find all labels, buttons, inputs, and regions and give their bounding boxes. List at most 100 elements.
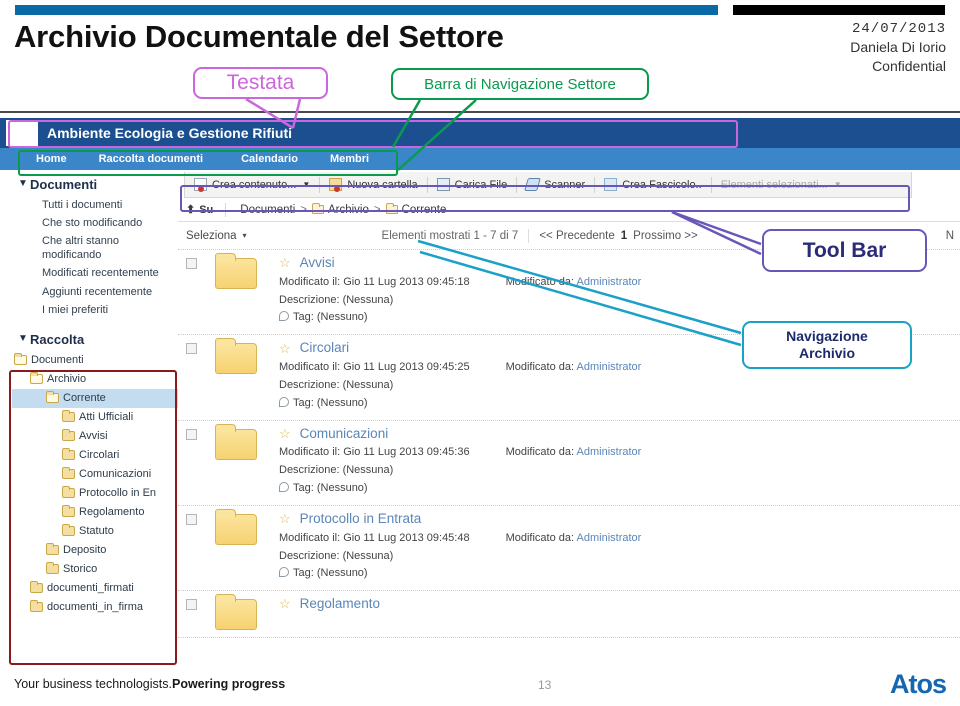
favorite-star-icon[interactable]: ☆ xyxy=(279,426,291,441)
sidebar-item-che-altri-stanno-modificando[interactable]: Che altri stanno modificando xyxy=(0,233,178,265)
sidebar-item-aggiunti-recentemente[interactable]: Aggiunti recentemente xyxy=(0,283,178,301)
document-list-row[interactable]: ☆ Regolamento xyxy=(178,591,960,639)
breadcrumb-item-archivio[interactable]: Archivio xyxy=(328,204,369,216)
tree-item-circolari[interactable]: Circolari xyxy=(12,446,178,465)
slide-author: Daniela Di Iorio xyxy=(850,39,946,56)
site-navigation-bar: Home Raccolta documenti Calendario Membr… xyxy=(0,148,960,170)
tree-item-label: Regolamento xyxy=(79,506,145,519)
tree-item-avvisi[interactable]: Avvisi xyxy=(12,427,178,446)
row-tags-value: Tag: (Nessuno) xyxy=(293,567,368,580)
favorite-star-icon[interactable]: ☆ xyxy=(279,511,291,526)
row-modified-line: Modificato il: Gio 11 Lug 2013 09:45:48 M… xyxy=(279,530,960,548)
toolbar-button-scanner[interactable]: Scanner xyxy=(517,172,594,197)
tree-item-regolamento[interactable]: Regolamento xyxy=(12,503,178,522)
sidebar-item-modificati-recentemente[interactable]: Modificati recentemente xyxy=(0,265,178,283)
breadcrumb-item-corrente[interactable]: Corrente xyxy=(402,204,447,216)
folder-icon xyxy=(385,203,398,214)
tree-item-label: Statuto xyxy=(79,525,114,538)
row-modified-by-value[interactable]: Administrator xyxy=(577,276,642,288)
folder-icon xyxy=(30,600,43,613)
row-checkbox[interactable] xyxy=(186,343,197,355)
row-title-link[interactable]: Regolamento xyxy=(300,596,380,612)
nav-item-raccolta[interactable]: Raccolta documenti xyxy=(99,153,204,165)
row-modified-on: Modificato il: Gio 11 Lug 2013 09:45:18 xyxy=(279,275,470,288)
document-list-row[interactable]: ☆ Comunicazioni Modificato il: Gio 11 Lug … xyxy=(178,421,960,506)
folder-open-icon xyxy=(14,353,27,366)
favorite-star-icon[interactable]: ☆ xyxy=(279,597,291,612)
tree-item-archivio[interactable]: Archivio xyxy=(12,370,178,389)
row-tags: Tag: (Nessuno) xyxy=(279,480,960,498)
document-list-row[interactable]: ☆ Protocollo in Entrata Modificato il: Gio… xyxy=(178,506,960,592)
atos-logo-text: Atos xyxy=(890,669,947,699)
row-modified-by: Modificato da: Administrator xyxy=(506,274,642,292)
toolbar-button-crea-fascicolo[interactable]: Crea Fascicolo.. xyxy=(595,172,710,197)
row-tags-value: Tag: (Nessuno) xyxy=(293,396,368,409)
folder-tree: Documenti Archivio Corrente Atti Ufficiali A… xyxy=(0,351,178,617)
folder-icon xyxy=(46,543,59,556)
upload-icon xyxy=(436,178,450,191)
pagination-previous[interactable]: << Precedente xyxy=(539,230,614,242)
row-title-link[interactable]: Avvisi xyxy=(300,255,335,271)
row-title: ☆ Protocollo in Entrata xyxy=(279,511,960,527)
nav-item-calendario[interactable]: Calendario xyxy=(241,153,298,165)
nav-item-home[interactable]: Home xyxy=(36,153,67,165)
tree-item-label: Storico xyxy=(63,563,98,576)
breadcrumb-up-button[interactable]: ⬆ Su xyxy=(186,203,213,217)
toolbar-button-label: Carica File xyxy=(454,178,508,191)
tree-item-statuto[interactable]: Statuto xyxy=(12,522,178,541)
row-checkbox[interactable] xyxy=(186,599,197,611)
tree-item-documenti-in-firma[interactable]: documenti_in_firma xyxy=(12,598,178,617)
tree-item-protocollo-in-en[interactable]: Protocollo in En xyxy=(12,484,178,503)
folder-icon xyxy=(62,524,75,537)
tree-item-documenti[interactable]: Documenti xyxy=(12,351,178,370)
row-modified-by-label: Modificato da: xyxy=(505,275,577,288)
row-checkbox[interactable] xyxy=(186,428,197,440)
row-modified-line: Modificato il: Gio 11 Lug 2013 09:45:36 M… xyxy=(279,444,960,462)
page-number: 13 xyxy=(538,678,552,692)
toolbar-button-carica-file[interactable]: Carica File xyxy=(428,172,517,197)
tree-item-comunicazioni[interactable]: Comunicazioni xyxy=(12,465,178,484)
tag-icon xyxy=(279,311,289,322)
nav-item-membri[interactable]: Membri xyxy=(330,153,369,165)
sidebar-section-documenti[interactable]: ▼ Documenti xyxy=(0,174,178,196)
favorite-star-icon[interactable]: ☆ xyxy=(279,255,291,270)
select-dropdown[interactable]: Seleziona ▾ xyxy=(186,230,247,242)
tree-item-storico[interactable]: Storico xyxy=(12,560,178,579)
callout-navigazione-archivio: Navigazione Archivio xyxy=(742,321,912,369)
pagination-current-page[interactable]: 1 xyxy=(621,230,627,242)
toolbar-button-crea-contenuto[interactable]: Crea contenuto... ▼ xyxy=(185,172,319,197)
row-modified-by-value[interactable]: Administrator xyxy=(577,361,642,373)
sidebar-section-raccolta[interactable]: ▼ Raccolta xyxy=(0,329,178,351)
pagination-next[interactable]: Prossimo >> xyxy=(633,230,698,242)
row-checkbox[interactable] xyxy=(186,513,197,525)
row-modified-by-value[interactable]: Administrator xyxy=(577,532,642,544)
tree-item-label: Avvisi xyxy=(79,430,108,443)
row-title-link[interactable]: Protocollo in Entrata xyxy=(300,511,422,527)
tag-icon xyxy=(279,482,289,493)
select-dropdown-label: Seleziona xyxy=(186,229,237,242)
toolbar-button-nuova-cartella[interactable]: Nuova cartella xyxy=(320,172,426,197)
column-header-truncated: N xyxy=(945,229,954,242)
tree-item-documenti-firmati[interactable]: documenti_firmati xyxy=(12,579,178,598)
caret-down-icon: ▼ xyxy=(18,178,28,189)
row-title: ☆ Regolamento xyxy=(279,596,960,612)
row-tags: Tag: (Nessuno) xyxy=(279,565,960,583)
row-modified-by-value[interactable]: Administrator xyxy=(577,446,642,458)
row-description: Descrizione: (Nessuna) xyxy=(279,293,394,306)
row-title-link[interactable]: Circolari xyxy=(300,340,350,356)
tree-item-corrente[interactable]: Corrente xyxy=(12,388,178,408)
favorite-star-icon[interactable]: ☆ xyxy=(279,341,291,356)
site-logo-placeholder xyxy=(6,120,38,146)
sidebar-item-tutti-i-documenti[interactable]: Tutti i documenti xyxy=(0,196,178,214)
tree-item-atti-ufficiali[interactable]: Atti Ufficiali xyxy=(12,408,178,427)
row-title-link[interactable]: Comunicazioni xyxy=(300,426,389,442)
row-checkbox[interactable] xyxy=(186,258,197,269)
row-modified-by-label: Modificato da: xyxy=(505,531,577,544)
pagination-divider xyxy=(528,228,530,243)
breadcrumb-item-documenti[interactable]: Documenti xyxy=(240,204,295,216)
chevron-down-icon: ▼ xyxy=(302,180,311,189)
tree-item-deposito[interactable]: Deposito xyxy=(12,541,178,560)
sidebar-item-i-miei-preferiti[interactable]: I miei preferiti xyxy=(0,301,178,319)
sidebar-item-che-sto-modificando[interactable]: Che sto modificando xyxy=(0,214,178,232)
callout-tool-bar-label: Tool Bar xyxy=(802,238,887,262)
